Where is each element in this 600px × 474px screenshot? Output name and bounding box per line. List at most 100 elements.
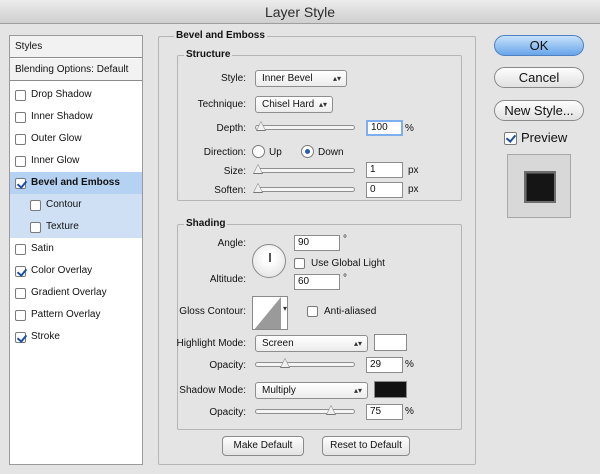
highlight-mode-select[interactable]: Screen ▴▾ — [255, 335, 368, 352]
color-overlay-checkbox[interactable] — [15, 265, 26, 277]
direction-up-label: Up — [269, 147, 282, 158]
style-item-satin[interactable]: Satin — [10, 238, 142, 260]
window-title: Layer Style — [0, 0, 600, 24]
shadow-opacity-slider[interactable] — [255, 405, 355, 415]
shadow-mode-value: Multiply — [262, 385, 296, 396]
highlight-opacity-unit: % — [405, 359, 414, 370]
style-item-outer-glow[interactable]: Outer Glow — [10, 128, 142, 150]
direction-up-radio[interactable] — [252, 145, 265, 158]
shading-group — [177, 224, 462, 430]
size-label: Size: — [223, 166, 246, 177]
updown-arrows-icon: ▴▾ — [318, 100, 327, 109]
soften-slider[interactable] — [253, 183, 355, 193]
global-light-checkbox[interactable] — [294, 258, 305, 269]
contour-preview-icon[interactable]: ▾ — [252, 296, 288, 330]
bevel-emboss-checkbox[interactable] — [15, 177, 26, 189]
shadow-opacity-field[interactable]: 75 — [366, 404, 403, 420]
bevel-style-select[interactable]: Inner Bevel ▴▾ — [255, 70, 347, 87]
shadow-mode-label: Shadow Mode: — [179, 385, 246, 396]
style-item-contour[interactable]: Contour — [10, 194, 142, 216]
depth-unit: % — [405, 123, 414, 134]
soften-field[interactable]: 0 — [366, 182, 403, 198]
angle-field[interactable]: 90 — [294, 235, 340, 251]
size-slider[interactable] — [253, 164, 355, 174]
highlight-color-swatch[interactable] — [374, 334, 407, 351]
technique-select[interactable]: Chisel Hard ▴▾ — [255, 96, 333, 113]
preview-label: Preview — [521, 130, 568, 145]
angle-degree: ° — [343, 234, 347, 245]
svg-text:▾: ▾ — [283, 304, 287, 313]
angle-dial-icon[interactable] — [252, 244, 286, 278]
reset-to-default-button[interactable]: Reset to Default — [322, 436, 410, 456]
drop-shadow-checkbox[interactable] — [15, 89, 26, 101]
make-default-button[interactable]: Make Default — [222, 436, 304, 456]
anti-aliased-label: Anti-aliased — [324, 306, 377, 317]
depth-slider-thumb[interactable] — [256, 121, 266, 131]
style-item-label: Gradient Overlay — [31, 287, 107, 298]
style-item-drop-shadow[interactable]: Drop Shadow — [10, 84, 142, 106]
style-item-gradient-overlay[interactable]: Gradient Overlay — [10, 282, 142, 304]
shading-title: Shading — [184, 218, 228, 229]
cancel-button[interactable]: Cancel — [494, 67, 584, 88]
highlight-opacity-label: Opacity: — [209, 360, 246, 371]
style-item-pattern-overlay[interactable]: Pattern Overlay — [10, 304, 142, 326]
outer-glow-checkbox[interactable] — [15, 133, 26, 145]
style-item-label: Color Overlay — [31, 265, 93, 276]
structure-title: Structure — [184, 49, 233, 60]
preview-checkbox[interactable] — [504, 132, 517, 145]
soften-label: Soften: — [214, 185, 246, 196]
style-item-stroke[interactable]: Stroke — [10, 326, 142, 348]
styles-header[interactable]: Styles — [10, 36, 142, 58]
angle-label: Angle: — [217, 238, 246, 249]
inner-shadow-checkbox[interactable] — [15, 111, 26, 123]
updown-arrows-icon: ▴▾ — [353, 339, 362, 348]
technique-label: Technique: — [197, 99, 246, 110]
style-item-label: Contour — [46, 199, 82, 210]
style-item-inner-shadow[interactable]: Inner Shadow — [10, 106, 142, 128]
shadow-color-swatch[interactable] — [374, 381, 407, 398]
satin-checkbox[interactable] — [15, 243, 26, 255]
anti-aliased-checkbox[interactable] — [307, 306, 318, 317]
layer-style-dialog: Styles Blending Options: Default Drop Sh… — [0, 24, 600, 474]
new-style-button[interactable]: New Style... — [494, 100, 584, 121]
updown-arrows-icon: ▴▾ — [332, 74, 341, 83]
shadow-mode-select[interactable]: Multiply ▴▾ — [255, 382, 368, 399]
style-item-label: Stroke — [31, 331, 60, 342]
highlight-opacity-thumb[interactable] — [280, 358, 290, 368]
stroke-checkbox[interactable] — [15, 331, 26, 343]
style-item-bevel-emboss[interactable]: Bevel and Emboss — [10, 172, 142, 194]
gloss-contour-label: Gloss Contour: — [179, 306, 246, 317]
bevel-emboss-title: Bevel and Emboss — [174, 30, 267, 41]
styles-list: Styles Blending Options: Default Drop Sh… — [9, 35, 143, 465]
gradient-overlay-checkbox[interactable] — [15, 287, 26, 299]
highlight-opacity-field[interactable]: 29 — [366, 357, 403, 373]
direction-label: Direction: — [203, 147, 246, 158]
direction-down-radio[interactable] — [301, 145, 314, 158]
technique-value: Chisel Hard — [262, 99, 315, 110]
highlight-mode-label: Highlight Mode: — [176, 338, 246, 349]
style-item-label: Inner Shadow — [31, 111, 93, 122]
style-item-label: Satin — [31, 243, 54, 254]
depth-slider[interactable] — [255, 121, 355, 131]
style-item-inner-glow[interactable]: Inner Glow — [10, 150, 142, 172]
texture-checkbox[interactable] — [30, 221, 41, 233]
shadow-opacity-thumb[interactable] — [326, 405, 336, 415]
bevel-style-value: Inner Bevel — [262, 73, 313, 84]
altitude-field[interactable]: 60 — [294, 274, 340, 290]
contour-checkbox[interactable] — [30, 199, 41, 211]
pattern-overlay-checkbox[interactable] — [15, 309, 26, 321]
altitude-label: Altitude: — [209, 274, 246, 285]
highlight-opacity-slider[interactable] — [255, 358, 355, 368]
ok-button[interactable]: OK — [494, 35, 584, 56]
size-field[interactable]: 1 — [366, 162, 403, 178]
size-slider-thumb[interactable] — [253, 164, 263, 174]
shadow-opacity-unit: % — [405, 406, 414, 417]
depth-field[interactable]: 100 — [366, 120, 403, 136]
style-item-texture[interactable]: Texture — [10, 216, 142, 238]
style-item-label: Bevel and Emboss — [31, 177, 120, 188]
style-preview-thumbnail — [507, 154, 571, 218]
soften-slider-thumb[interactable] — [253, 183, 263, 193]
blending-options-item[interactable]: Blending Options: Default — [10, 59, 142, 81]
style-item-color-overlay[interactable]: Color Overlay — [10, 260, 142, 282]
inner-glow-checkbox[interactable] — [15, 155, 26, 167]
